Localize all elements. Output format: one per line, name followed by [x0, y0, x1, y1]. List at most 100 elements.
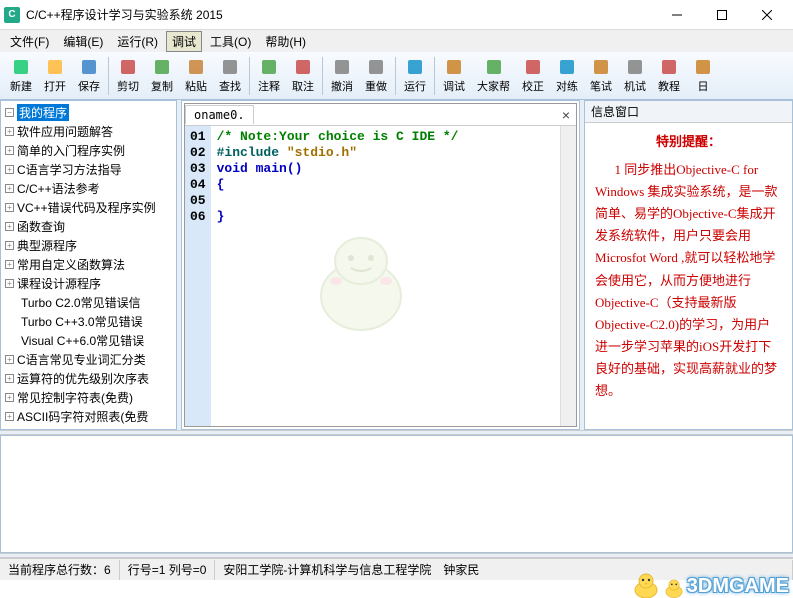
expand-icon[interactable]: + [5, 241, 14, 250]
tree-label: 我的程序 [17, 104, 69, 121]
status-linecount: 当前程序总行数：6 [0, 560, 120, 580]
toolbar-compare[interactable]: 对练 [550, 55, 584, 96]
toolbar-undo[interactable]: 取注 [286, 55, 320, 96]
tree-item[interactable]: +典型源程序 [3, 236, 174, 255]
close-button[interactable] [744, 1, 789, 29]
toolbar-verify[interactable]: 校正 [516, 55, 550, 96]
expand-icon[interactable]: + [5, 165, 14, 174]
tree-item[interactable]: Visual C++6.0常见错误 [3, 331, 174, 350]
tab-close-icon[interactable]: × [556, 107, 576, 123]
toolbar-separator [249, 57, 250, 95]
code-area[interactable]: /* Note:Your choice is C IDE */ #include… [211, 126, 560, 426]
toolbar-back[interactable]: 撤消 [325, 55, 359, 96]
expand-icon[interactable]: + [5, 203, 14, 212]
line-number: 05 [190, 193, 206, 209]
cut-icon [118, 57, 138, 77]
toolbar-label: 机试 [624, 78, 646, 94]
menu-file[interactable]: 文件(F) [4, 31, 55, 52]
toolbar-fwd[interactable]: 重做 [359, 55, 393, 96]
tree-item[interactable]: Turbo C2.0常见错误信 [3, 293, 174, 312]
expand-icon[interactable]: + [5, 412, 14, 421]
toolbar-label: 调试 [443, 78, 465, 94]
code-line-2b: "stdio.h" [287, 145, 357, 160]
tree-label: 运算符的优先级别次序表 [17, 370, 149, 387]
menu-run[interactable]: 运行(R) [111, 31, 164, 52]
tut-icon [659, 57, 679, 77]
toolbar-run[interactable]: 运行 [398, 55, 432, 96]
menubar: 文件(F) 编辑(E) 运行(R) 调试 工具(O) 帮助(H) [0, 30, 793, 52]
toolbar-note[interactable]: 笔试 [584, 55, 618, 96]
toolbar-debug[interactable]: 调试 [437, 55, 471, 96]
compare-icon [557, 57, 577, 77]
line-gutter: 010203040506 [185, 126, 211, 426]
toolbar-day[interactable]: 日 [686, 55, 720, 96]
minimize-button[interactable] [654, 1, 699, 29]
output-panel[interactable] [0, 435, 793, 553]
tree-item[interactable]: Turbo C++3.0常见错误 [3, 312, 174, 331]
expand-icon[interactable]: − [5, 108, 14, 117]
paste-icon [186, 57, 206, 77]
mascot-watermark [301, 226, 421, 336]
toolbar-save[interactable]: 保存 [72, 55, 106, 96]
toolbar-new[interactable]: 新建 [4, 55, 38, 96]
toolbar-copy[interactable]: 复制 [145, 55, 179, 96]
toolbar-label: 查找 [219, 78, 241, 94]
line-number: 03 [190, 161, 206, 177]
editor-scrollbar[interactable] [560, 126, 576, 426]
tree-item[interactable]: +函数查询 [3, 217, 174, 236]
tree-item[interactable]: +VC++错误代码及程序实例 [3, 198, 174, 217]
copy-icon [152, 57, 172, 77]
editor-panel: oname0. × 010203040506 /* Note:Your choi… [181, 100, 580, 430]
tree-item[interactable]: +C/C++语法参考 [3, 179, 174, 198]
tree[interactable]: −我的程序+软件应用问题解答+简单的入门程序实例+C语言学习方法指导+C/C++… [1, 101, 176, 429]
run-icon [405, 57, 425, 77]
toolbar-tut[interactable]: 教程 [652, 55, 686, 96]
tree-label: 常见控制字符表(免费) [17, 389, 133, 406]
tree-item[interactable]: +课程设计源程序 [3, 274, 174, 293]
expand-icon[interactable]: + [5, 355, 14, 364]
menu-edit[interactable]: 编辑(E) [57, 31, 109, 52]
toolbar-find[interactable]: 查找 [213, 55, 247, 96]
editor-tab[interactable]: oname0. [185, 105, 254, 124]
code-editor[interactable]: 010203040506 /* Note:Your choice is C ID… [185, 126, 576, 426]
tree-label: 常用自定义函数算法 [17, 256, 125, 273]
day-icon [693, 57, 713, 77]
toolbar-cut[interactable]: 剪切 [111, 55, 145, 96]
tree-item[interactable]: +运算符的优先级别次序表 [3, 369, 174, 388]
app-icon: C [4, 7, 20, 23]
toolbar-open[interactable]: 打开 [38, 55, 72, 96]
tree-item[interactable]: +简单的入门程序实例 [3, 141, 174, 160]
menu-debug[interactable]: 调试 [166, 31, 202, 52]
toolbar-label: 日 [698, 78, 709, 94]
expand-icon[interactable]: + [5, 127, 14, 136]
toolbar-label: 打开 [44, 78, 66, 94]
tree-item[interactable]: −我的程序 [3, 103, 174, 122]
expand-icon[interactable]: + [5, 260, 14, 269]
maximize-button[interactable] [699, 1, 744, 29]
expand-icon[interactable]: + [5, 393, 14, 402]
expand-icon[interactable]: + [5, 374, 14, 383]
expand-icon[interactable]: + [5, 279, 14, 288]
tree-item[interactable]: +软件应用问题解答 [3, 122, 174, 141]
expand-icon[interactable]: + [5, 222, 14, 231]
tree-item[interactable]: +ASCII码字符对照表(免费 [3, 407, 174, 426]
toolbar-label: 撤消 [331, 78, 353, 94]
info-body[interactable]: 特别提醒： 1 同步推出Objective-C for Windows 集成实验… [585, 123, 792, 429]
menu-tools[interactable]: 工具(O) [204, 31, 257, 52]
tree-item[interactable]: +常用自定义函数算法 [3, 255, 174, 274]
toolbar-comment[interactable]: 注释 [252, 55, 286, 96]
expand-icon[interactable]: + [5, 184, 14, 193]
info-title: 特别提醒： [595, 131, 782, 153]
tree-label: C语言常见专业词汇分类 [17, 351, 146, 368]
tree-item[interactable]: +C语言常见专业词汇分类 [3, 350, 174, 369]
tree-item[interactable]: +C语言学习方法指导 [3, 160, 174, 179]
expand-icon[interactable]: + [5, 146, 14, 155]
comment-icon [259, 57, 279, 77]
menu-help[interactable]: 帮助(H) [259, 31, 312, 52]
tree-item[interactable]: +常见控制字符表(免费) [3, 388, 174, 407]
main-area: −我的程序+软件应用问题解答+简单的入门程序实例+C语言学习方法指导+C/C++… [0, 100, 793, 430]
fwd-icon [366, 57, 386, 77]
toolbar-paste[interactable]: 粘贴 [179, 55, 213, 96]
toolbar-help[interactable]: 大家帮 [471, 55, 516, 96]
toolbar-pc[interactable]: 机试 [618, 55, 652, 96]
